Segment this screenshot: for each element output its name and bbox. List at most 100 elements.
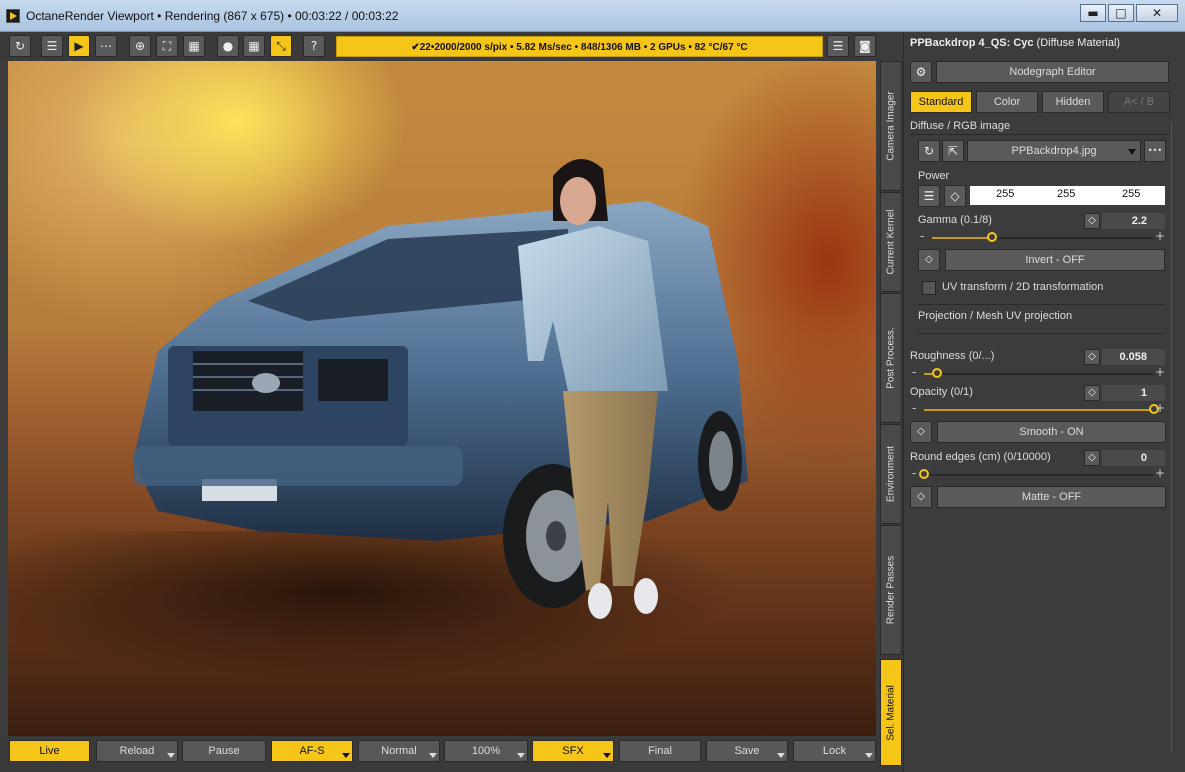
gamma-diamond-icon[interactable]: ◇ [1084, 213, 1100, 229]
share-icon[interactable]: ⋯ [95, 35, 117, 57]
round-edges-value[interactable]: 0 [1102, 450, 1165, 466]
opacity-minus[interactable]: - [912, 401, 916, 415]
panel-scrollbar[interactable] [1171, 122, 1172, 752]
menu-icon[interactable]: ☰ [827, 35, 849, 57]
table-icon[interactable]: ▦ [243, 35, 265, 57]
target-icon[interactable]: ⊕ [129, 35, 151, 57]
smooth-diamond-icon[interactable]: ◇ [910, 421, 932, 443]
tab-render-passes-label: Render Passes [885, 555, 897, 625]
gamma-plus[interactable]: + [1155, 229, 1165, 243]
invert-toggle-button[interactable]: Invert - OFF [945, 249, 1165, 271]
opacity-value[interactable]: 1 [1102, 385, 1165, 401]
focus-icon[interactable]: ⛶ [156, 35, 178, 57]
tab-post-process-label: Post Process. [885, 327, 897, 389]
reload-image-icon[interactable]: ↻ [918, 140, 940, 162]
side-tabs: Camera Imager Current Kernel Post Proces… [879, 61, 903, 772]
tab-color[interactable]: Color [976, 91, 1038, 113]
final-button[interactable]: Final [619, 740, 701, 762]
sfx-dropdown-arrow-icon[interactable] [603, 753, 611, 758]
tab-sel-material[interactable]: Sel. Material [880, 659, 902, 766]
opacity-label: Opacity (0/1) [910, 386, 973, 398]
power-g-value[interactable]: 255 [1057, 188, 1075, 200]
sfx-button[interactable]: SFX [532, 740, 614, 762]
tab-post-process[interactable]: Post Process. [880, 293, 902, 423]
power-keyframe-diamond-icon[interactable]: ◇ [944, 185, 966, 207]
lock-dropdown-arrow-icon[interactable] [865, 753, 873, 758]
smooth-toggle-button[interactable]: Smooth - ON [937, 421, 1166, 443]
more-options-icon[interactable]: ••• [1144, 140, 1166, 162]
power-rgb-field[interactable]: 255 255 255 [970, 186, 1165, 205]
round-edges-plus[interactable]: + [1155, 466, 1165, 480]
opacity-diamond-icon[interactable]: ◇ [1084, 385, 1100, 401]
roughness-value[interactable]: 0.058 [1102, 349, 1165, 365]
refresh-icon[interactable]: ↻ [9, 35, 31, 57]
maximize-button[interactable]: □ [1108, 4, 1134, 22]
tab-render-passes[interactable]: Render Passes [880, 525, 902, 655]
tab-environment[interactable]: Environment [880, 424, 902, 524]
list-icon[interactable]: ☰ [41, 35, 63, 57]
close-button[interactable]: ✕ [1136, 4, 1178, 22]
reload-button[interactable]: Reload [96, 740, 178, 762]
normal-dropdown-arrow-icon[interactable] [429, 753, 437, 758]
roughness-minus[interactable]: - [912, 365, 916, 379]
pause-button[interactable]: Pause [182, 740, 266, 762]
tab-camera-imager-label: Camera Imager [885, 91, 897, 161]
reload-dropdown-arrow-icon[interactable] [167, 753, 175, 758]
opacity-slider[interactable] [924, 404, 1159, 414]
power-b-value[interactable]: 255 [1122, 188, 1140, 200]
af-s-button[interactable]: AF-S [271, 740, 353, 762]
rendered-scene [133, 159, 748, 619]
help-icon[interactable]: ? [303, 35, 325, 57]
round-edges-slider[interactable] [919, 469, 1154, 479]
invert-diamond-icon[interactable]: ◇ [918, 249, 940, 271]
live-button[interactable]: Live [9, 740, 90, 762]
play-icon[interactable]: ▶ [68, 35, 90, 57]
zoom-button[interactable]: 100% [444, 740, 528, 762]
lock-button[interactable]: Lock [793, 740, 876, 762]
material-name: PPBackdrop 4_QS: Cyc [910, 37, 1034, 49]
uv-transform-label[interactable]: UV transform / 2D transformation [942, 281, 1103, 293]
normal-button[interactable]: Normal [358, 740, 440, 762]
af-s-dropdown-arrow-icon[interactable] [342, 753, 350, 758]
matte-toggle-button[interactable]: Matte - OFF [937, 486, 1166, 508]
opacity-plus[interactable]: + [1155, 401, 1165, 415]
round-edges-diamond-icon[interactable]: ◇ [1084, 450, 1100, 466]
gamma-minus[interactable]: - [920, 229, 924, 243]
round-edges-minus[interactable]: - [912, 466, 916, 480]
uv-transform-checkbox[interactable] [922, 281, 936, 295]
matte-diamond-icon[interactable]: ◇ [910, 486, 932, 508]
zoom-dropdown-arrow-icon[interactable] [517, 753, 525, 758]
final-label: Final [648, 745, 672, 757]
save-button[interactable]: Save [706, 740, 788, 762]
render-viewport[interactable] [8, 61, 876, 736]
image-file-dropdown[interactable]: PPBackdrop4.jpg [967, 140, 1141, 162]
round-edges-slider-knob[interactable] [919, 469, 929, 479]
record-icon[interactable]: ● [217, 35, 239, 57]
projection-label[interactable]: Projection / Mesh UV projection [918, 310, 1072, 322]
reload-label: Reload [119, 745, 155, 757]
normal-label: Normal [381, 745, 417, 757]
settings-gear-icon[interactable]: ⚙ [910, 61, 932, 83]
gamma-slider-knob[interactable] [986, 232, 997, 242]
power-r-value[interactable]: 255 [996, 188, 1014, 200]
save-dropdown-arrow-icon[interactable] [777, 753, 785, 758]
camera-icon[interactable]: ◙ [854, 35, 876, 57]
tab-standard[interactable]: Standard [910, 91, 972, 113]
tab-hidden[interactable]: Hidden [1042, 91, 1104, 113]
nodegraph-editor-button[interactable]: Nodegraph Editor [936, 61, 1169, 83]
gamma-slider[interactable] [932, 232, 1154, 242]
tab-camera-imager[interactable]: Camera Imager [880, 61, 902, 191]
roughness-label: Roughness (0/...) [910, 350, 995, 362]
roughness-diamond-icon[interactable]: ◇ [1084, 349, 1100, 365]
resize-icon[interactable]: ⤡ [270, 35, 292, 57]
roughness-plus[interactable]: + [1155, 365, 1165, 379]
minimize-button[interactable]: ▬ [1080, 4, 1106, 22]
open-external-icon[interactable]: ⇱ [942, 140, 964, 162]
power-list-icon[interactable]: ☰ [918, 185, 940, 207]
gamma-value[interactable]: 2.2 [1102, 213, 1165, 229]
roughness-slider[interactable] [924, 368, 1154, 378]
diffuse-header: Diffuse / RGB image [910, 120, 1011, 132]
roughness-slider-knob[interactable] [932, 368, 943, 378]
tab-current-kernel[interactable]: Current Kernel [880, 192, 902, 292]
grid-icon[interactable]: ▦ [183, 35, 205, 57]
